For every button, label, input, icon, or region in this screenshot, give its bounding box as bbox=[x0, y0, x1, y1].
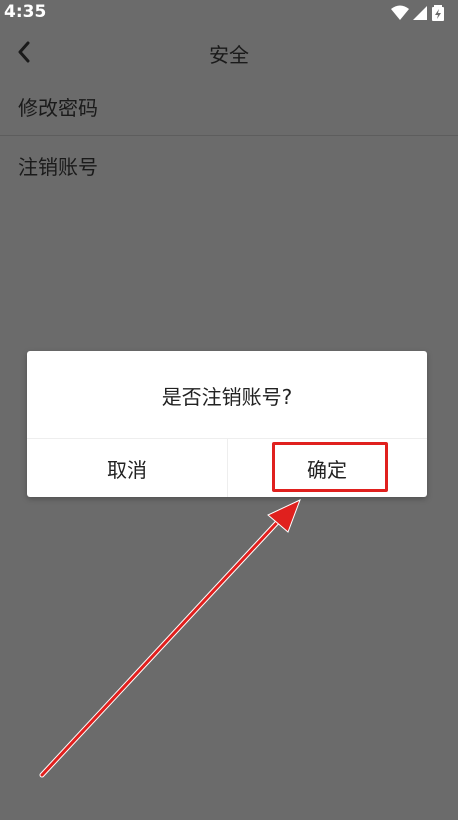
dialog-message: 是否注销账号? bbox=[161, 385, 293, 409]
confirm-dialog: 是否注销账号? 取消 确定 bbox=[27, 351, 427, 497]
settings-item-change-password[interactable]: 修改密码 bbox=[0, 78, 458, 136]
settings-item-deactivate-account[interactable]: 注销账号 bbox=[0, 136, 458, 194]
page-title: 安全 bbox=[209, 43, 249, 67]
settings-item-label: 修改密码 bbox=[18, 96, 98, 120]
cell-signal-icon bbox=[413, 6, 427, 20]
settings-item-label: 注销账号 bbox=[18, 154, 98, 179]
settings-list: 修改密码 注销账号 bbox=[0, 78, 458, 194]
status-icons bbox=[390, 4, 448, 22]
status-time: 4:35 bbox=[4, 2, 47, 22]
app-header: 安全 bbox=[0, 26, 458, 78]
arrowhead-icon bbox=[267, 499, 301, 533]
status-bar: 4:35 bbox=[0, 0, 458, 26]
battery-icon bbox=[432, 5, 444, 21]
confirm-button[interactable]: 确定 bbox=[227, 439, 427, 497]
cancel-button[interactable]: 取消 bbox=[27, 439, 227, 497]
wifi-icon bbox=[391, 5, 409, 20]
